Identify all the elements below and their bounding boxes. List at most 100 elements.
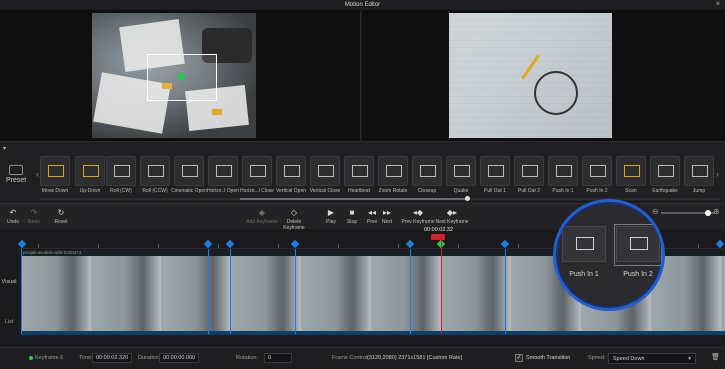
push-in-2-icon — [590, 165, 606, 177]
effect-quake[interactable] — [446, 156, 476, 186]
roll-ccw-icon — [148, 165, 164, 177]
speed-label: Speed: — [588, 355, 606, 361]
effect-push-in-1[interactable] — [548, 156, 578, 186]
close-icon[interactable]: × — [716, 1, 720, 8]
playhead-badge[interactable] — [431, 234, 445, 240]
push-in-1-callout-label: Push In 1 — [569, 271, 599, 278]
move-down-icon — [48, 165, 64, 177]
push-in-1-tile[interactable] — [562, 226, 606, 262]
list-track-label[interactable]: List — [1, 319, 17, 325]
effect-up-down[interactable] — [75, 156, 105, 186]
effects-next-arrow[interactable]: › — [716, 169, 719, 179]
horizontal-close-icon — [250, 165, 266, 177]
earthquake-icon — [658, 165, 674, 177]
smooth-transition-checkbox[interactable]: ✓ — [515, 354, 523, 362]
pull-out-1-icon — [488, 165, 504, 177]
roll-cw-icon — [114, 165, 130, 177]
reset-button[interactable]: ↻ Reset — [43, 208, 79, 225]
frame-control-label: Frame Control: — [332, 355, 369, 361]
effects-prev-arrow[interactable]: ‹ — [36, 169, 39, 179]
effect-jump[interactable] — [684, 156, 714, 186]
closeup-icon — [420, 165, 436, 177]
playhead-line[interactable] — [441, 239, 442, 334]
status-bar: Keyframe 6 Time: 00:00:02.320 Duration: … — [0, 347, 725, 369]
effect-horizontal-open[interactable] — [208, 156, 238, 186]
preset-icon — [9, 165, 23, 175]
playhead-timecode: 00:00:02.32 — [424, 227, 454, 233]
rotation-field[interactable]: 0 — [264, 353, 292, 363]
effects-strip: ▾ Preset ‹ › Move Down Up-Down Roll (CW)… — [0, 141, 725, 201]
zoom-out-icon[interactable]: ⊖ — [652, 207, 659, 216]
effect-closeup[interactable] — [412, 156, 442, 186]
smooth-transition-label: Smooth Transition — [526, 355, 571, 361]
effect-vertical-open[interactable] — [276, 156, 306, 186]
redo-label: Redo — [28, 219, 40, 225]
prev-keyframe-button[interactable]: ◂◆ Prev Keyframe — [400, 208, 436, 225]
next-keyframe-icon: ◆▸ — [446, 208, 458, 217]
duration-field[interactable]: 00:00:00.000 — [159, 353, 200, 363]
next-keyframe-button[interactable]: ◆▸ Next Keyframe — [434, 208, 470, 225]
effects-scroll-knob[interactable] — [465, 196, 470, 201]
effect-label-jump: Jump — [692, 188, 706, 194]
quake-icon — [454, 165, 470, 177]
scan-icon — [624, 165, 640, 177]
track-header — [0, 249, 18, 339]
collapse-icon[interactable]: ▾ — [3, 145, 6, 152]
up-down-icon — [83, 165, 99, 177]
push-in-2-tile[interactable] — [616, 226, 660, 262]
vertical-close-icon — [318, 165, 334, 177]
zoom-slider-knob[interactable] — [705, 210, 711, 216]
effect-move-down[interactable] — [40, 156, 70, 186]
effect-pull-out-2[interactable] — [514, 156, 544, 186]
effect-earthquake[interactable] — [650, 156, 680, 186]
push-in-2-icon — [630, 237, 648, 250]
jump-icon — [692, 165, 708, 177]
push-in-1-icon — [576, 237, 594, 250]
heartbeat-icon — [352, 165, 368, 177]
chevron-down-icon: ▾ — [688, 356, 691, 362]
zoom-in-icon[interactable]: ⊕ — [713, 207, 720, 216]
add-keyframe-label: Add Keyframe — [246, 219, 278, 225]
keyframe-line — [208, 249, 209, 334]
effect-push-in-2[interactable] — [582, 156, 612, 186]
effect-roll-cw[interactable] — [106, 156, 136, 186]
effect-vertical-close[interactable] — [310, 156, 340, 186]
keyframe-indicator: Keyframe 6 — [35, 355, 64, 361]
keyframe-line — [505, 249, 506, 334]
speed-select-value: Speed Down — [613, 356, 645, 362]
zoom-rotate-icon — [386, 165, 402, 177]
speed-select[interactable]: Speed Down ▾ — [608, 353, 696, 364]
duration-label: Duration: — [138, 355, 161, 361]
window-title: Motion Editor — [344, 2, 381, 8]
next-label: Next — [381, 219, 393, 225]
effect-roll-ccw[interactable] — [140, 156, 170, 186]
keyframe-line — [295, 249, 296, 334]
effect-horizontal-close[interactable] — [242, 156, 272, 186]
preset-button[interactable]: Preset — [6, 165, 26, 184]
push-in-1-icon — [556, 165, 572, 177]
push-in-2-callout-label: Push In 2 — [623, 271, 653, 278]
delete-keyframe-button[interactable]: ◇ Delete Keyframe — [276, 208, 312, 231]
prev-keyframe-label: Prev Keyframe — [401, 219, 435, 225]
output-photo — [449, 13, 612, 138]
rotation-label: Rotation: — [236, 355, 259, 361]
effect-scan[interactable] — [616, 156, 646, 186]
time-field[interactable]: 00:00:02.320 — [92, 353, 133, 363]
visual-track-label[interactable]: Visual — [1, 279, 17, 285]
add-keyframe-button[interactable]: ◆ Add Keyframe — [244, 208, 280, 225]
effects-scroll-thumb[interactable] — [240, 198, 470, 200]
trash-icon[interactable]: 🗑 — [711, 353, 720, 361]
keyframe-line — [230, 249, 231, 334]
effect-heartbeat[interactable] — [344, 156, 374, 186]
title-bar: Motion Editor × — [0, 0, 725, 11]
zoom-callout: Push In 1 Push In 2 — [553, 199, 665, 311]
delete-keyframe-icon: ◇ — [290, 208, 298, 217]
reset-icon: ↻ — [57, 208, 65, 217]
next-keyframe-label: Next Keyframe — [435, 219, 469, 225]
effect-zoom-rotate[interactable] — [378, 156, 408, 186]
effect-cinematic-open[interactable] — [174, 156, 204, 186]
reset-label: Reset — [54, 219, 68, 225]
crop-center-handle[interactable] — [178, 73, 185, 80]
clip-range-bar — [21, 331, 725, 335]
effect-pull-out-1[interactable] — [480, 156, 510, 186]
